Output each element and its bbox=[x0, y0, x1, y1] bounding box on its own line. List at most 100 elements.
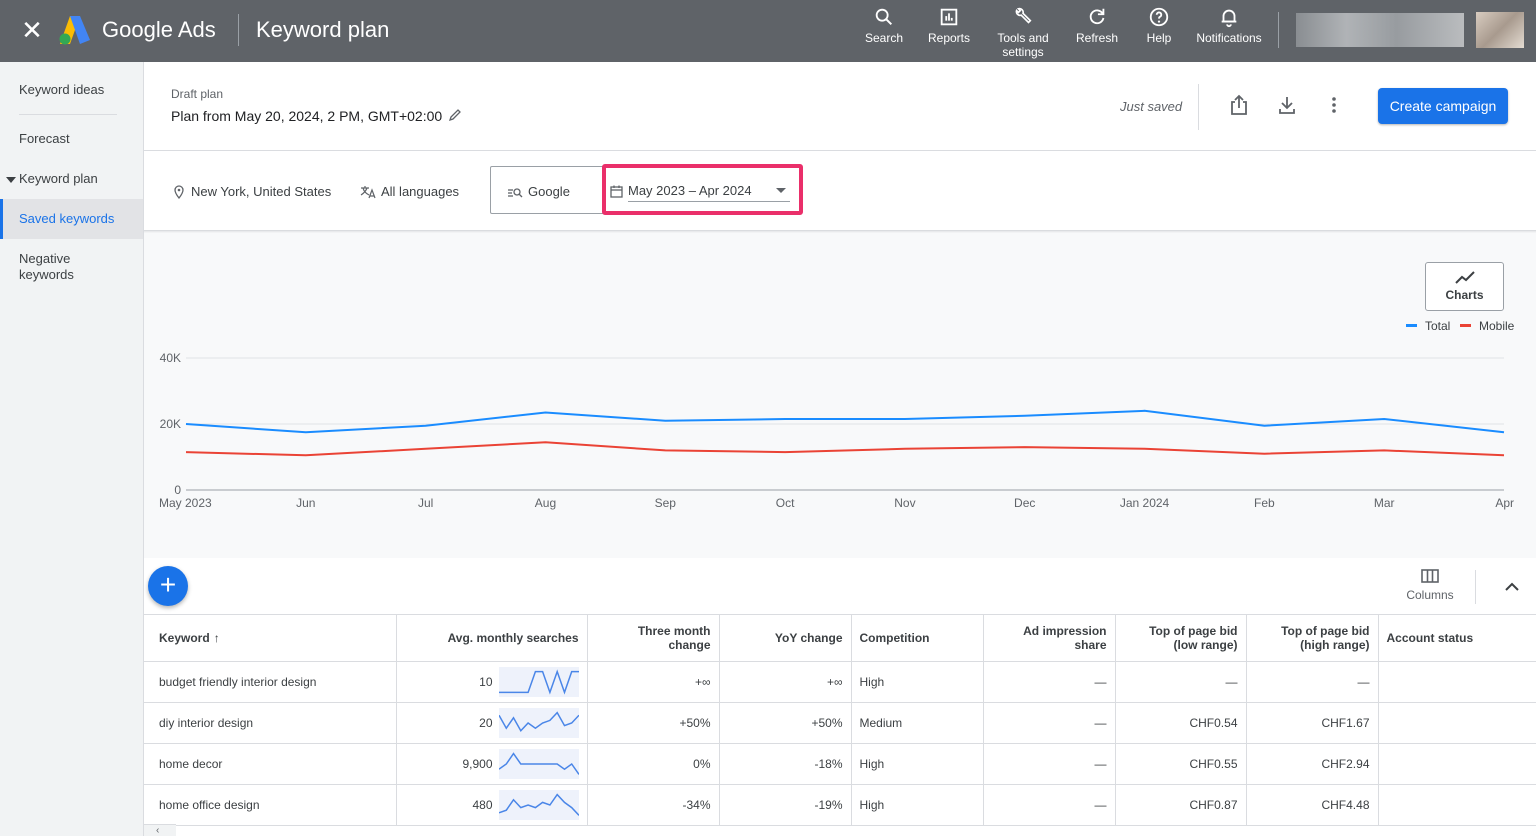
notifications-button[interactable]: Notifications bbox=[1190, 6, 1268, 45]
x-tick-label: Jan 2024 bbox=[1120, 496, 1170, 510]
yoy-cell: +∞ bbox=[719, 661, 852, 703]
sidebar-item-label: Keyword plan bbox=[19, 171, 98, 186]
keyword-cell: diy interior design bbox=[144, 702, 397, 744]
divider bbox=[19, 114, 117, 115]
chevron-up-icon[interactable] bbox=[1503, 580, 1521, 594]
account-info[interactable] bbox=[1296, 13, 1464, 47]
location-label: New York, United States bbox=[191, 184, 332, 199]
col-header-impression-share[interactable]: Ad impression share bbox=[983, 614, 1116, 662]
legend-item-mobile: Mobile bbox=[1460, 319, 1514, 333]
three-month-cell: +50% bbox=[587, 702, 720, 744]
impression-share-cell: — bbox=[983, 743, 1116, 785]
columns-icon bbox=[1421, 569, 1439, 583]
legend-label: Mobile bbox=[1479, 319, 1515, 333]
share-icon[interactable] bbox=[1228, 94, 1250, 116]
charts-button[interactable]: Charts bbox=[1425, 262, 1504, 311]
sparkline-path bbox=[498, 711, 579, 733]
sparkline-path bbox=[498, 752, 579, 775]
download-icon[interactable] bbox=[1276, 94, 1298, 116]
col-header-searches[interactable]: Avg. monthly searches bbox=[396, 614, 588, 662]
edit-pencil-icon[interactable] bbox=[448, 108, 462, 122]
col-header-three-month[interactable]: Three month change bbox=[587, 614, 720, 662]
divider bbox=[238, 14, 239, 46]
sidebar: Keyword ideas Forecast Keyword plan Save… bbox=[0, 62, 144, 836]
account-status-cell bbox=[1378, 661, 1536, 703]
location-pin-icon bbox=[174, 185, 184, 200]
x-tick-label: Dec bbox=[1014, 496, 1035, 510]
table-row[interactable]: home decor 9,900 0% -18% High — CHF0.55 CHF2.94 bbox=[144, 743, 1536, 785]
col-header-account-status[interactable]: Account status bbox=[1378, 614, 1536, 662]
sidebar-item-label: Saved keywords bbox=[19, 211, 115, 226]
competition-cell: High bbox=[851, 743, 984, 785]
columns-button[interactable]: Columns bbox=[1404, 568, 1456, 602]
col-header-yoy[interactable]: YoY change bbox=[719, 614, 852, 662]
bid-high-cell: — bbox=[1246, 661, 1379, 703]
trending-icon bbox=[1454, 271, 1475, 284]
sidebar-item-keyword-ideas[interactable]: Keyword ideas bbox=[0, 82, 143, 97]
three-month-cell: 0% bbox=[587, 743, 720, 785]
tools-button[interactable]: Tools and settings bbox=[990, 6, 1056, 59]
col-header-label: YoY change bbox=[774, 631, 843, 645]
col-header-label: Competition bbox=[859, 631, 930, 645]
top-bar: ✕ Google Ads Keyword plan Search Reports… bbox=[0, 0, 1536, 62]
divider bbox=[144, 150, 1536, 151]
reports-label: Reports bbox=[927, 31, 971, 45]
searches-value: 20 bbox=[479, 716, 493, 730]
more-vert-icon[interactable] bbox=[1323, 94, 1345, 116]
x-tick-label: Mar bbox=[1374, 496, 1395, 510]
bid-high-cell: CHF1.67 bbox=[1246, 702, 1379, 744]
network-filter[interactable]: Google bbox=[507, 184, 570, 199]
yoy-cell: +50% bbox=[719, 702, 852, 744]
wrench-icon bbox=[1015, 7, 1032, 24]
three-month-cell: -34% bbox=[587, 784, 720, 826]
close-icon[interactable]: ✕ bbox=[20, 17, 44, 43]
legend-label: Total bbox=[1425, 319, 1451, 333]
language-filter[interactable]: All languages bbox=[360, 184, 459, 199]
table-row[interactable]: home office design 480 -34% -19% High — CHF0.8… bbox=[144, 784, 1536, 826]
arrow-up-icon: ↑ bbox=[213, 631, 220, 645]
search-label: Search bbox=[864, 31, 904, 45]
highlight-annotation bbox=[602, 164, 803, 215]
network-search-icon bbox=[508, 188, 523, 198]
bid-low-cell: CHF0.54 bbox=[1115, 702, 1247, 744]
legend-swatch bbox=[1406, 324, 1417, 327]
keyword-cell: home decor bbox=[144, 743, 397, 785]
create-campaign-button[interactable]: Create campaign bbox=[1378, 88, 1508, 124]
avatar[interactable] bbox=[1476, 12, 1524, 48]
sidebar-item-negative-keywords[interactable]: Negative keywords bbox=[0, 251, 110, 283]
search-button[interactable]: Search bbox=[862, 6, 906, 45]
col-header-competition[interactable]: Competition bbox=[851, 614, 984, 662]
col-header-label: Three month change bbox=[637, 624, 711, 652]
sidebar-item-saved-keywords[interactable]: Saved keywords bbox=[0, 199, 143, 239]
x-tick-label: Aug bbox=[535, 496, 556, 510]
x-tick-label: Jun bbox=[296, 496, 315, 510]
add-keyword-button[interactable]: + bbox=[148, 566, 188, 606]
col-header-label: Avg. monthly searches bbox=[447, 631, 579, 645]
x-tick-label: May 2023 bbox=[159, 496, 212, 510]
bid-high-cell: CHF2.94 bbox=[1246, 743, 1379, 785]
refresh-button[interactable]: Refresh bbox=[1072, 6, 1122, 45]
col-header-bid-low[interactable]: Top of page bid (low range) bbox=[1115, 614, 1247, 662]
keyword-table: Keyword ↑ Avg. monthly searches Three mon… bbox=[144, 614, 1536, 826]
location-filter[interactable]: New York, United States bbox=[172, 184, 332, 200]
table-row[interactable]: diy interior design 20 +50% +50% Medium — CHF0… bbox=[144, 702, 1536, 744]
reports-button[interactable]: Reports bbox=[924, 6, 974, 45]
brand-name: Google Ads bbox=[102, 17, 216, 42]
product-title: Keyword plan bbox=[256, 17, 390, 42]
table-row[interactable]: budget friendly interior design 10 +∞ +∞ Hig… bbox=[144, 661, 1536, 703]
sparkline-path bbox=[498, 793, 579, 816]
col-header-bid-high[interactable]: Top of page bid (high range) bbox=[1246, 614, 1379, 662]
notifications-label: Notifications bbox=[1196, 31, 1262, 45]
sidebar-item-keyword-plan[interactable]: Keyword plan bbox=[0, 171, 143, 186]
scroll-left-button[interactable]: ‹ bbox=[144, 824, 176, 836]
col-header-label: Keyword bbox=[159, 631, 210, 645]
searches-value: 9,900 bbox=[462, 757, 493, 771]
tools-label: Tools and settings bbox=[997, 31, 1049, 59]
yoy-cell: -19% bbox=[719, 784, 852, 826]
help-button[interactable]: Help bbox=[1140, 6, 1178, 45]
bell-icon bbox=[1221, 9, 1237, 28]
bid-high-cell: CHF4.48 bbox=[1246, 784, 1379, 826]
sidebar-item-forecast[interactable]: Forecast bbox=[0, 131, 143, 146]
col-header-keyword[interactable]: Keyword ↑ bbox=[144, 614, 397, 662]
sparkline-path bbox=[498, 669, 579, 695]
